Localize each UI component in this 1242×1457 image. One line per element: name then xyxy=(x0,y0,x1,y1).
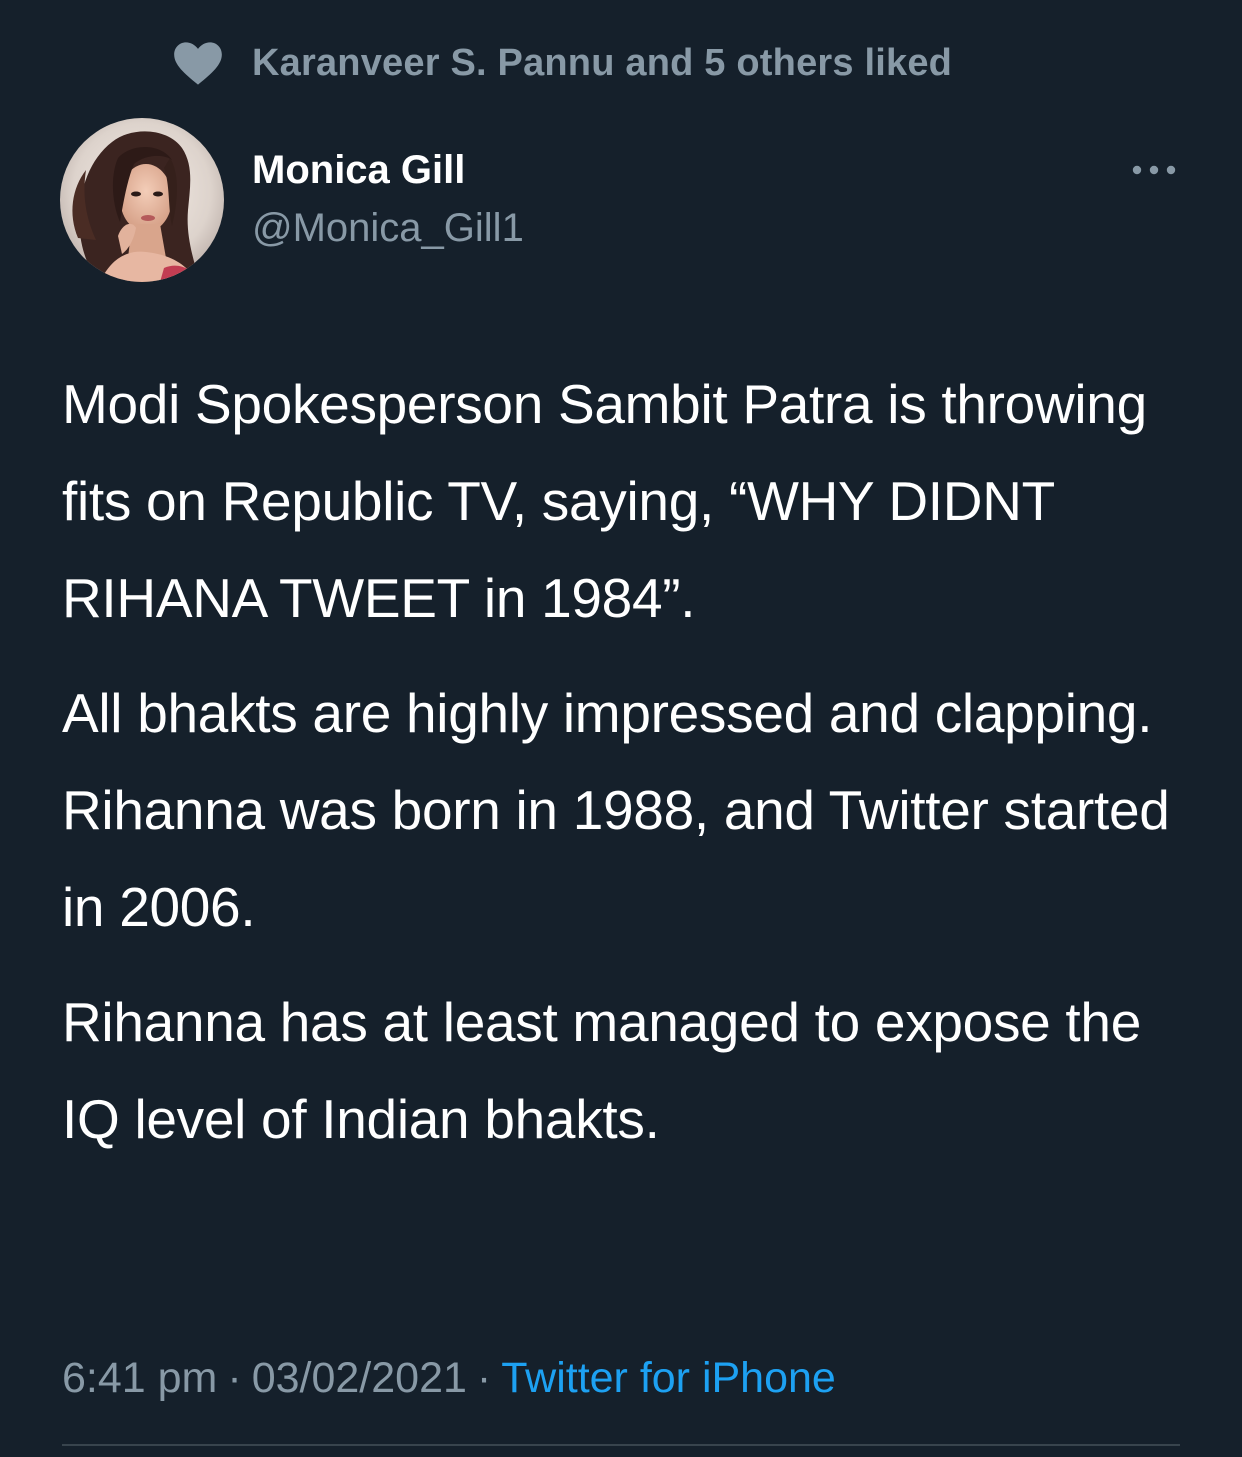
tweet-time[interactable]: 6:41 pm xyxy=(62,1354,217,1402)
meta-separator: · xyxy=(476,1354,492,1402)
heart-icon xyxy=(172,39,224,87)
display-name[interactable]: Monica Gill xyxy=(252,142,524,198)
more-dots-icon xyxy=(1132,165,1176,175)
social-context-text: Karanveer S. Pannu and 5 others liked xyxy=(252,41,953,84)
tweet-paragraph: All bhakts are highly impressed and clap… xyxy=(62,682,1170,938)
more-options-button[interactable] xyxy=(1124,152,1184,188)
author[interactable]: Monica Gill @Monica_Gill1 xyxy=(252,142,524,256)
avatar[interactable] xyxy=(60,118,224,282)
social-context[interactable]: Karanveer S. Pannu and 5 others liked xyxy=(172,36,952,90)
divider xyxy=(62,1444,1180,1446)
tweet-source-link[interactable]: Twitter for iPhone xyxy=(501,1354,836,1402)
tweet-paragraph: Modi Spokesperson Sambit Patra is throwi… xyxy=(62,373,1147,629)
meta-separator: · xyxy=(227,1354,242,1402)
user-handle[interactable]: @Monica_Gill1 xyxy=(252,200,524,256)
tweet-meta: 6:41 pm · 03/02/2021 · Twitter for iPhone xyxy=(62,1346,836,1410)
tweet-paragraph: Rihanna has at least managed to expose t… xyxy=(62,991,1141,1150)
tweet-text: Modi Spokesperson Sambit Patra is throwi… xyxy=(62,356,1172,1168)
tweet-date[interactable]: 03/02/2021 xyxy=(252,1354,467,1402)
